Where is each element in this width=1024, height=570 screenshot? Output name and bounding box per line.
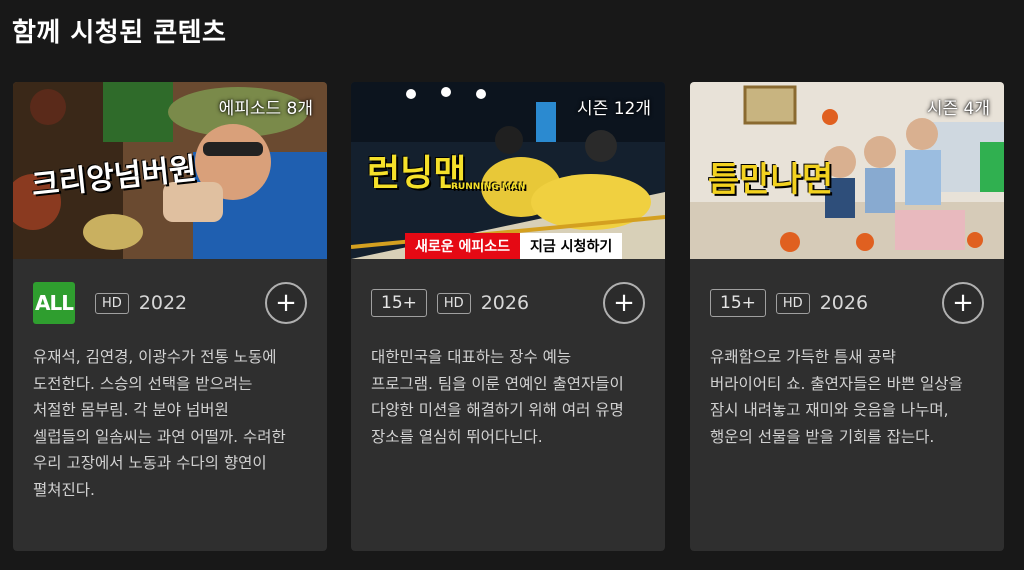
season-count-badge: 시즌 4개 [926,99,990,119]
rating-badge: 15+ [710,289,766,317]
hd-badge: HD [95,292,129,314]
meta-row: 15+ HD 2026 + [371,282,645,324]
plus-icon: + [275,288,297,318]
new-episode-label: 새로운 에피소드 [405,233,521,259]
hd-badge: HD [436,292,471,314]
show-logo: 틈만나면 [708,160,834,200]
new-episode-strip: 새로운 에피소드 지금 시청하기 [405,233,623,259]
rating-badge: 15+ [371,289,427,317]
show-logo-sub: RUNNING MAN [451,182,526,192]
thumbnail[interactable]: 시즌 4개 틈만나면 [690,82,1004,259]
release-year: 2022 [138,292,188,314]
meta-row: 15+ HD 2026 + [710,282,984,324]
synopsis: 대한민국을 대표하는 장수 예능 프로그램. 팀을 이룬 연예인 출연자들이 다… [371,348,624,446]
add-to-list-button[interactable]: + [603,282,645,324]
thumbnail[interactable]: 에피소드 8개 크리앙넘버원 [13,82,327,259]
episode-count-badge: 에피소드 8개 [218,99,313,119]
title-card[interactable]: 에피소드 8개 크리앙넘버원 ALL HD 2022 + 유재석, 김연경, 이… [13,82,327,551]
release-year: 2026 [480,292,530,314]
watch-now-label: 지금 시청하기 [520,233,623,259]
season-count-badge: 시즌 12개 [577,99,651,119]
plus-icon: + [613,288,635,318]
title-card[interactable]: 시즌 12개 런닝맨 RUNNING MAN 새로운 에피소드 지금 시청하기 … [351,82,665,551]
meta-row: ALL HD 2022 + [33,282,307,324]
thumbnail[interactable]: 시즌 12개 런닝맨 RUNNING MAN 새로운 에피소드 지금 시청하기 [351,82,665,259]
section-title: 함께 시청된 콘텐츠 [12,18,227,48]
title-card[interactable]: 시즌 4개 틈만나면 15+ HD 2026 + 유쾌함으로 가득한 틈새 공략… [690,82,1004,551]
release-year: 2026 [819,292,869,314]
plus-icon: + [952,288,974,318]
add-to-list-button[interactable]: + [942,282,984,324]
synopsis: 유재석, 김연경, 이광수가 전통 노동에 도전한다. 스승의 선택을 받으려는… [33,348,286,499]
add-to-list-button[interactable]: + [265,282,307,324]
hd-badge: HD [775,292,810,314]
rating-badge: ALL [33,282,75,324]
synopsis: 유쾌함으로 가득한 틈새 공략 버라이어티 쇼. 출연자들은 바쁜 일상을 잠시… [710,348,963,446]
